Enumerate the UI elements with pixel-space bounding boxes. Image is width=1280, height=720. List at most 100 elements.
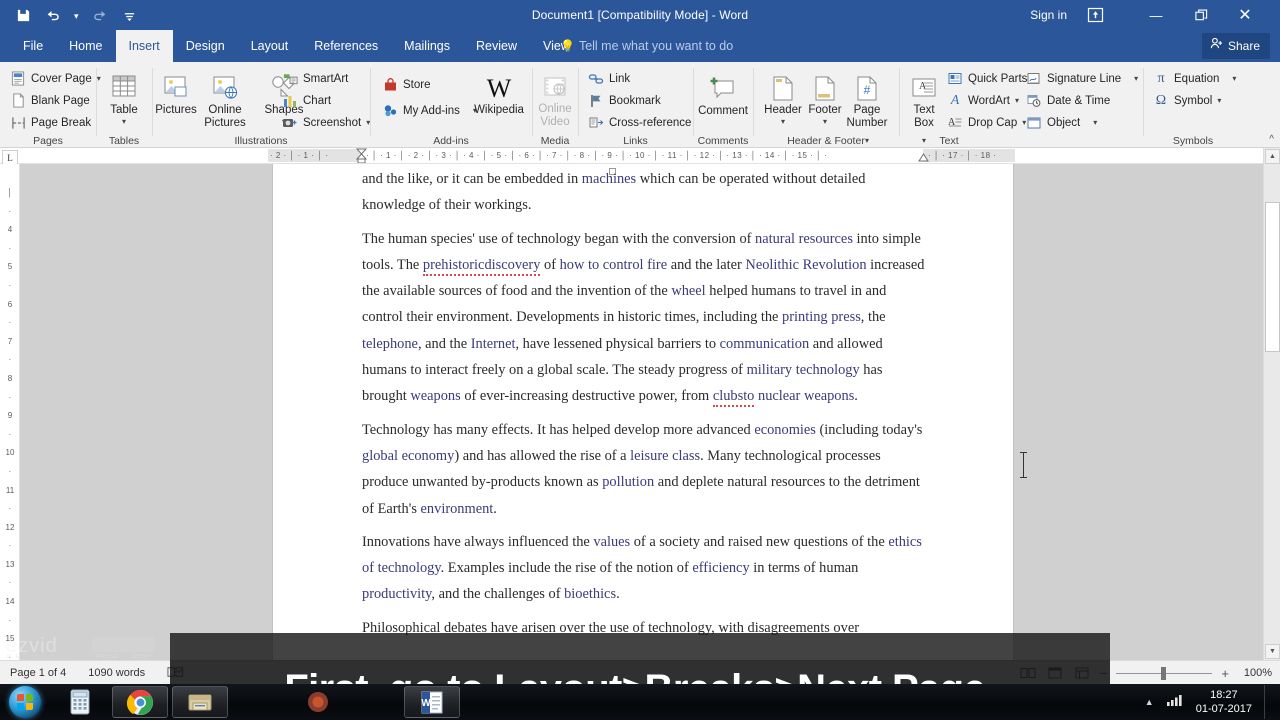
- document-page[interactable]: and the like, or it can be embedded in m…: [273, 164, 1027, 660]
- taskbar-word-icon[interactable]: W: [404, 686, 460, 718]
- zoom-in-button[interactable]: +: [1221, 666, 1229, 681]
- word-count[interactable]: 1090 words: [88, 667, 145, 679]
- signature-line-dropdown-icon[interactable]: ▾: [1134, 74, 1138, 83]
- taskbar-clock[interactable]: 18:27 01-07-2017: [1196, 688, 1252, 716]
- document-hyperlink[interactable]: Internet: [471, 336, 516, 352]
- taskbar-file-explorer-icon[interactable]: [172, 686, 228, 718]
- horizontal-ruler[interactable]: · 2 · │ · 1 · │ · · │ · 1 · │ · 2 · │ · …: [0, 148, 1280, 164]
- ribbon-display-options-icon[interactable]: [1087, 7, 1104, 23]
- document-text[interactable]: and the like, or it can be embedded in m…: [362, 166, 930, 648]
- document-canvas[interactable]: and the like, or it can be embedded in m…: [20, 164, 1263, 660]
- taskbar-calculator-icon[interactable]: [52, 686, 108, 718]
- object-dropdown-icon[interactable]: ▾: [1093, 118, 1097, 127]
- equation-button[interactable]: π Equation ▾: [1153, 68, 1236, 89]
- drop-cap-button[interactable]: A Drop Cap ▾: [947, 112, 1026, 133]
- table-button[interactable]: Table ▾: [96, 68, 152, 126]
- first-line-indent-marker[interactable]: [355, 148, 368, 163]
- tab-insert[interactable]: Insert: [115, 30, 173, 62]
- scrollbar-thumb[interactable]: [1265, 202, 1280, 352]
- cover-page-button[interactable]: Cover Page ▾: [10, 68, 101, 89]
- symbol-button[interactable]: Ω Symbol ▾: [1153, 90, 1222, 111]
- document-hyperlink[interactable]: prehistoricdiscovery: [422, 256, 541, 276]
- document-hyperlink[interactable]: efficiency: [692, 560, 749, 576]
- symbol-dropdown-icon[interactable]: ▾: [1217, 96, 1221, 105]
- scroll-down-arrow-icon[interactable]: ▼: [1265, 644, 1280, 659]
- tab-design[interactable]: Design: [173, 30, 238, 62]
- blank-page-button[interactable]: Blank Page: [10, 90, 90, 111]
- start-orb-icon[interactable]: [9, 686, 41, 718]
- scroll-up-arrow-icon[interactable]: ▲: [1265, 149, 1280, 164]
- document-hyperlink[interactable]: productivity: [362, 586, 431, 602]
- equation-dropdown-icon[interactable]: ▾: [1232, 74, 1236, 83]
- tab-layout[interactable]: Layout: [238, 30, 302, 62]
- right-indent-marker[interactable]: [918, 150, 929, 163]
- smartart-icon: [282, 71, 298, 87]
- screenshot-button[interactable]: Screenshot ▾: [282, 112, 370, 133]
- online-video-button[interactable]: Online Video: [527, 67, 583, 129]
- store-button[interactable]: Store: [382, 74, 431, 95]
- vruler-tick: 8: [7, 373, 13, 383]
- tray-show-hidden-icons[interactable]: ▲: [1145, 697, 1154, 707]
- document-hyperlink[interactable]: pollution: [602, 474, 654, 490]
- tray-network-icon[interactable]: [1166, 693, 1184, 712]
- document-hyperlink[interactable]: natural resources: [755, 231, 853, 247]
- tab-mailings[interactable]: Mailings: [391, 30, 463, 62]
- show-desktop-button[interactable]: [1264, 685, 1274, 719]
- comment-button[interactable]: Comment: [695, 69, 751, 118]
- bookmark-button[interactable]: Bookmark: [588, 90, 661, 111]
- maximize-restore-button[interactable]: [1184, 0, 1218, 30]
- cross-reference-button[interactable]: Cross-reference: [588, 112, 691, 133]
- quick-parts-button[interactable]: Quick Parts ▾: [947, 68, 1036, 89]
- document-hyperlink[interactable]: bioethics: [564, 586, 616, 602]
- zoom-slider-knob[interactable]: [1161, 667, 1167, 680]
- document-hyperlink[interactable]: military technology: [747, 362, 860, 378]
- document-hyperlink[interactable]: environment: [421, 501, 494, 517]
- document-hyperlink[interactable]: global economy: [362, 448, 454, 464]
- tell-me-search[interactable]: 💡 Tell me what you want to do: [560, 30, 733, 62]
- document-hyperlink[interactable]: nuclear weapons: [758, 388, 854, 404]
- ezvid-stop-label[interactable]: STOP: [132, 654, 151, 660]
- smartart-button[interactable]: SmartArt: [282, 68, 348, 89]
- ezvid-pause-label[interactable]: PAUSE: [96, 654, 119, 660]
- document-hyperlink[interactable]: weapons: [410, 388, 460, 404]
- document-hyperlink[interactable]: values: [593, 534, 630, 550]
- zoom-slider[interactable]: [1116, 665, 1213, 681]
- document-hyperlink[interactable]: telephone: [362, 336, 418, 352]
- tab-review[interactable]: Review: [463, 30, 530, 62]
- signature-line-button[interactable]: Signature Line ▾: [1026, 68, 1138, 89]
- object-button[interactable]: Object ▾: [1026, 112, 1097, 133]
- table-dropdown-icon[interactable]: ▾: [96, 117, 152, 126]
- document-hyperlink[interactable]: wheel: [671, 283, 705, 299]
- wordart-button[interactable]: A WordArt ▾: [947, 90, 1019, 111]
- tab-home[interactable]: Home: [56, 30, 115, 62]
- collapse-ribbon-icon[interactable]: ^: [1269, 134, 1274, 145]
- link-button[interactable]: Link: [588, 68, 630, 89]
- wikipedia-button[interactable]: W Wikipedia: [468, 68, 530, 117]
- minimize-button[interactable]: —: [1139, 0, 1173, 30]
- document-hyperlink[interactable]: how to control fire: [560, 257, 668, 273]
- vertical-scrollbar[interactable]: ▲ ▼: [1263, 148, 1280, 660]
- date-time-button[interactable]: Date & Time: [1026, 90, 1110, 111]
- zoom-level[interactable]: 100%: [1238, 667, 1272, 679]
- document-hyperlink[interactable]: leisure class: [630, 448, 700, 464]
- page-indicator[interactable]: Page 1 of 4: [10, 667, 66, 679]
- close-button[interactable]: ✕: [1228, 0, 1262, 30]
- document-hyperlink[interactable]: economies: [754, 422, 816, 438]
- chart-button[interactable]: Chart: [282, 90, 331, 111]
- document-hyperlink[interactable]: clubsto: [712, 388, 755, 408]
- tab-file[interactable]: File: [10, 30, 56, 62]
- online-pictures-button[interactable]: Online Pictures: [194, 68, 256, 130]
- my-addins-button[interactable]: My Add-ins ▾: [382, 100, 477, 121]
- document-hyperlink[interactable]: machines: [582, 171, 636, 187]
- page-break-button[interactable]: Page Break: [10, 112, 91, 133]
- quick-parts-icon: [947, 71, 963, 87]
- taskbar-unknown-app-icon[interactable]: [290, 686, 346, 718]
- wordart-dropdown-icon[interactable]: ▾: [1015, 96, 1019, 105]
- document-hyperlink[interactable]: Neolithic Revolution: [745, 257, 866, 273]
- document-hyperlink[interactable]: printing press: [782, 309, 861, 325]
- sign-in-button[interactable]: Sign in: [1030, 0, 1067, 30]
- share-button[interactable]: Share: [1201, 33, 1270, 59]
- tab-references[interactable]: References: [301, 30, 391, 62]
- taskbar-google-chrome-icon[interactable]: [112, 686, 168, 718]
- document-hyperlink[interactable]: communication: [720, 336, 810, 352]
